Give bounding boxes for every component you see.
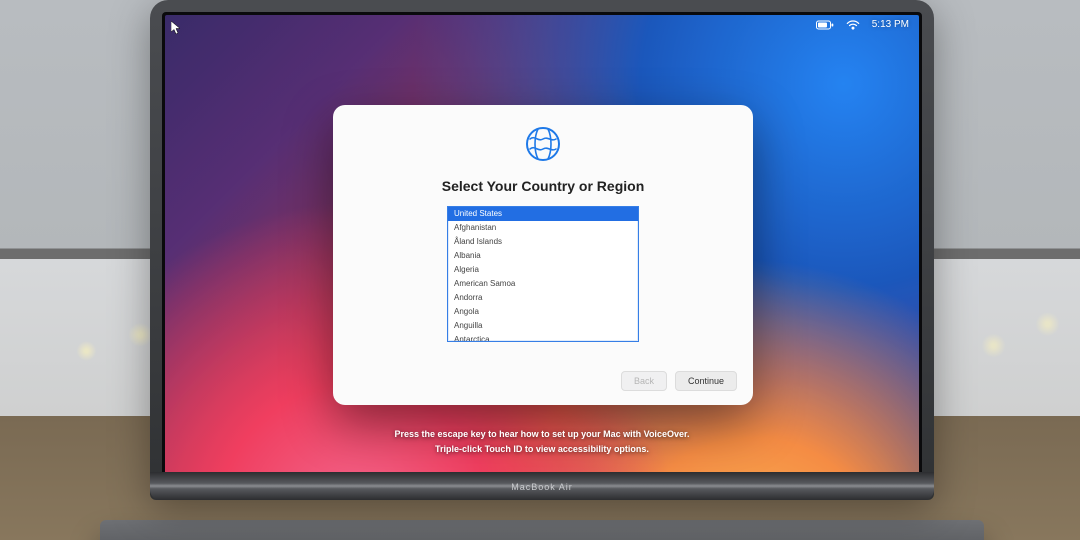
photo-backdrop: 5:13 PM Select Your Country or Region Un…: [0, 0, 1080, 540]
country-option[interactable]: Angola: [448, 305, 638, 319]
country-listbox[interactable]: United StatesAfghanistanÅland IslandsAlb…: [447, 206, 639, 342]
dialog-button-row: Back Continue: [621, 371, 737, 391]
country-option[interactable]: Anguilla: [448, 319, 638, 333]
continue-button[interactable]: Continue: [675, 371, 737, 391]
country-option[interactable]: United States: [448, 207, 638, 221]
globe-icon: [524, 125, 562, 168]
model-label: MacBook Air: [150, 482, 934, 492]
country-option[interactable]: American Samoa: [448, 277, 638, 291]
laptop-lid: 5:13 PM Select Your Country or Region Un…: [150, 0, 934, 500]
hint-voiceover: Press the escape key to hear how to set …: [165, 427, 919, 442]
country-option[interactable]: Algeria: [448, 263, 638, 277]
screen-bezel: 5:13 PM Select Your Country or Region Un…: [162, 12, 922, 478]
country-option[interactable]: Andorra: [448, 291, 638, 305]
battery-icon[interactable]: [816, 20, 834, 30]
hint-touchid: Triple-click Touch ID to view accessibil…: [165, 442, 919, 457]
country-option[interactable]: Albania: [448, 249, 638, 263]
country-option[interactable]: Antarctica: [448, 333, 638, 342]
wifi-icon[interactable]: [846, 20, 860, 30]
country-option[interactable]: Åland Islands: [448, 235, 638, 249]
dialog-title: Select Your Country or Region: [442, 178, 645, 194]
country-option[interactable]: Afghanistan: [448, 221, 638, 235]
menubar-clock[interactable]: 5:13 PM: [872, 19, 909, 30]
desktop-screen: 5:13 PM Select Your Country or Region Un…: [165, 15, 919, 475]
laptop-deck: [100, 520, 984, 540]
cursor-icon: [171, 21, 181, 35]
menu-bar: 5:13 PM: [816, 19, 909, 30]
back-button[interactable]: Back: [621, 371, 667, 391]
laptop-hinge: MacBook Air: [150, 472, 934, 500]
laptop: 5:13 PM Select Your Country or Region Un…: [150, 0, 934, 540]
setup-dialog: Select Your Country or Region United Sta…: [333, 105, 753, 405]
accessibility-hints: Press the escape key to hear how to set …: [165, 427, 919, 457]
